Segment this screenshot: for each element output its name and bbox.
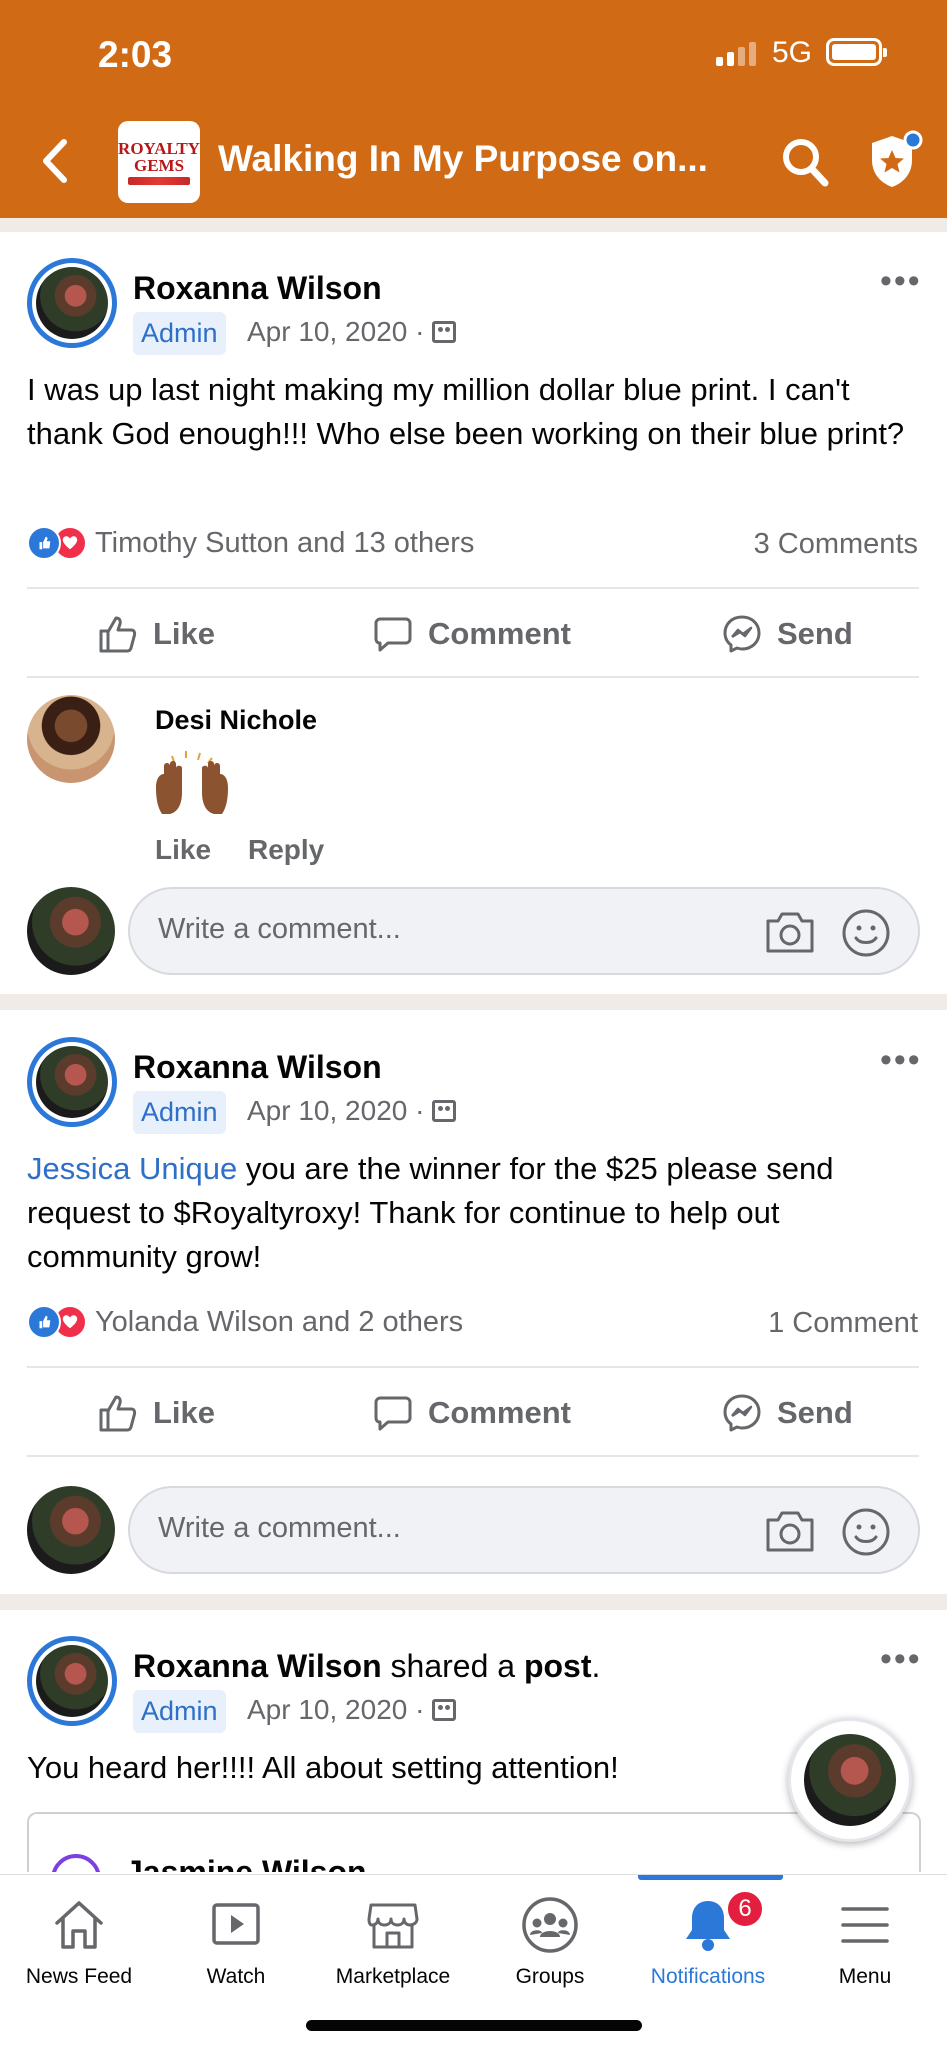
- chat-head-bubble[interactable]: [788, 1718, 912, 1842]
- group-audience-icon: [432, 321, 457, 343]
- search-button[interactable]: [780, 136, 830, 188]
- shared-post-card[interactable]: Jasmine Wilson: [27, 1812, 921, 1872]
- divider: [27, 587, 919, 589]
- nav-groups[interactable]: Groups: [471, 1875, 629, 2005]
- more-options-button[interactable]: •••: [880, 1041, 922, 1080]
- admin-badge: Admin: [133, 1091, 226, 1134]
- like-button[interactable]: Like: [97, 613, 215, 655]
- signal-icon: [716, 42, 756, 66]
- page-title[interactable]: Walking In My Purpose on...: [218, 138, 708, 180]
- emoji-icon[interactable]: [840, 907, 892, 959]
- groups-icon: [522, 1897, 578, 1953]
- shared-author-name[interactable]: Jasmine Wilson: [125, 1854, 367, 1872]
- author-avatar[interactable]: [27, 1636, 117, 1726]
- messenger-icon: [723, 615, 761, 653]
- comment-placeholder: Write a comment...: [158, 913, 401, 945]
- camera-icon[interactable]: [764, 909, 816, 955]
- home-indicator[interactable]: [306, 2020, 642, 2031]
- back-button[interactable]: [36, 136, 72, 186]
- messenger-icon: [723, 1394, 761, 1432]
- group-audience-icon: [432, 1100, 457, 1122]
- status-time: 2:03: [98, 34, 173, 75]
- post-date: Apr 10, 2020 ·: [247, 316, 425, 347]
- admin-badge: Admin: [133, 1690, 226, 1733]
- group-logo[interactable]: ROYALTY GEMS: [118, 121, 200, 203]
- reactions-text: Timothy Sutton and 13 others: [95, 526, 475, 559]
- post-date: Apr 10, 2020 ·: [247, 1095, 425, 1126]
- like-button[interactable]: Like: [97, 1392, 215, 1434]
- feed-separator: [0, 994, 947, 1010]
- commenter-name[interactable]: Desi Nichole: [155, 705, 317, 736]
- nav-watch[interactable]: Watch: [157, 1875, 315, 2005]
- comment-placeholder: Write a comment...: [158, 1512, 401, 1544]
- post-author-name: Roxanna Wilson shared a post.: [133, 1648, 601, 1684]
- like-reaction-icon: [27, 1305, 61, 1339]
- marketplace-icon: [367, 1903, 419, 1949]
- my-avatar: [27, 1486, 115, 1574]
- post-text: Jessica Unique you are the winner for th…: [27, 1151, 834, 1274]
- post-text: I was up last night making my million do…: [27, 372, 905, 451]
- comment-input[interactable]: Write a comment...: [128, 887, 920, 975]
- author-avatar[interactable]: [27, 1037, 117, 1127]
- admin-badge: Admin: [133, 312, 226, 355]
- like-reaction-icon: [27, 526, 61, 560]
- nav-news-feed[interactable]: News Feed: [0, 1875, 158, 2005]
- raised-hands-emoji: [150, 748, 234, 829]
- reactions-text: Yolanda Wilson and 2 others: [95, 1305, 464, 1338]
- reactions-summary[interactable]: Yolanda Wilson and 2 others: [27, 1305, 463, 1339]
- comment-button[interactable]: Comment: [372, 1392, 571, 1434]
- home-icon: [55, 1901, 103, 1949]
- divider: [27, 676, 919, 678]
- chevron-left-icon: [43, 139, 67, 183]
- send-button[interactable]: Send: [721, 1392, 853, 1434]
- battery-icon: [826, 38, 887, 66]
- shared-author-avatar: [51, 1854, 101, 1872]
- emoji-icon[interactable]: [840, 1506, 892, 1558]
- thumbs-up-icon: [99, 616, 137, 653]
- app-header: 2:03 5G ROYALTY GEMS Walking In My Purpo…: [0, 0, 947, 218]
- commenter-avatar[interactable]: [27, 695, 115, 783]
- menu-icon: [841, 1907, 889, 1943]
- camera-icon[interactable]: [764, 1508, 816, 1554]
- more-options-button[interactable]: •••: [880, 262, 922, 301]
- mention-link[interactable]: Jessica Unique: [27, 1151, 237, 1186]
- post-meta: Apr 10, 2020 ·: [247, 316, 457, 348]
- post-author-name[interactable]: Roxanna Wilson: [133, 1049, 382, 1086]
- divider: [27, 1455, 919, 1457]
- post-meta: Apr 10, 2020 ·: [247, 1095, 457, 1127]
- comment-button[interactable]: Comment: [372, 613, 571, 655]
- nav-menu[interactable]: Menu: [786, 1875, 944, 2005]
- comments-count[interactable]: 1 Comment: [768, 1307, 918, 1340]
- watch-icon: [212, 1903, 260, 1945]
- author-avatar[interactable]: [27, 258, 117, 348]
- notification-badge: 6: [725, 1889, 765, 1929]
- feed-separator: [0, 1594, 947, 1610]
- group-audience-icon: [432, 1699, 457, 1721]
- search-icon: [783, 139, 829, 187]
- send-button[interactable]: Send: [721, 613, 853, 655]
- nav-notifications[interactable]: 6 Notifications: [629, 1875, 787, 2005]
- nav-marketplace[interactable]: Marketplace: [314, 1875, 472, 2005]
- comment-input[interactable]: Write a comment...: [128, 1486, 920, 1574]
- post-meta: Apr 10, 2020 ·: [247, 1694, 457, 1726]
- comment-reply-button[interactable]: Reply: [248, 834, 324, 866]
- admin-tools-button[interactable]: [866, 130, 924, 192]
- comments-count[interactable]: 3 Comments: [754, 528, 918, 561]
- more-options-button[interactable]: •••: [880, 1640, 922, 1679]
- network-type: 5G: [772, 36, 813, 69]
- my-avatar: [27, 887, 115, 975]
- comment-icon: [374, 617, 412, 652]
- thumbs-up-icon: [99, 1395, 137, 1432]
- reactions-summary[interactable]: Timothy Sutton and 13 others: [27, 526, 474, 560]
- post-text: You heard her!!!! All about setting atte…: [27, 1750, 619, 1785]
- post-author-name[interactable]: Roxanna Wilson: [133, 270, 382, 307]
- comment-like-button[interactable]: Like: [155, 834, 211, 866]
- divider: [27, 1366, 919, 1368]
- shield-star-icon: [872, 130, 923, 187]
- post-date: Apr 10, 2020 ·: [247, 1694, 425, 1725]
- comment-icon: [374, 1396, 412, 1431]
- feed-separator: [0, 218, 947, 232]
